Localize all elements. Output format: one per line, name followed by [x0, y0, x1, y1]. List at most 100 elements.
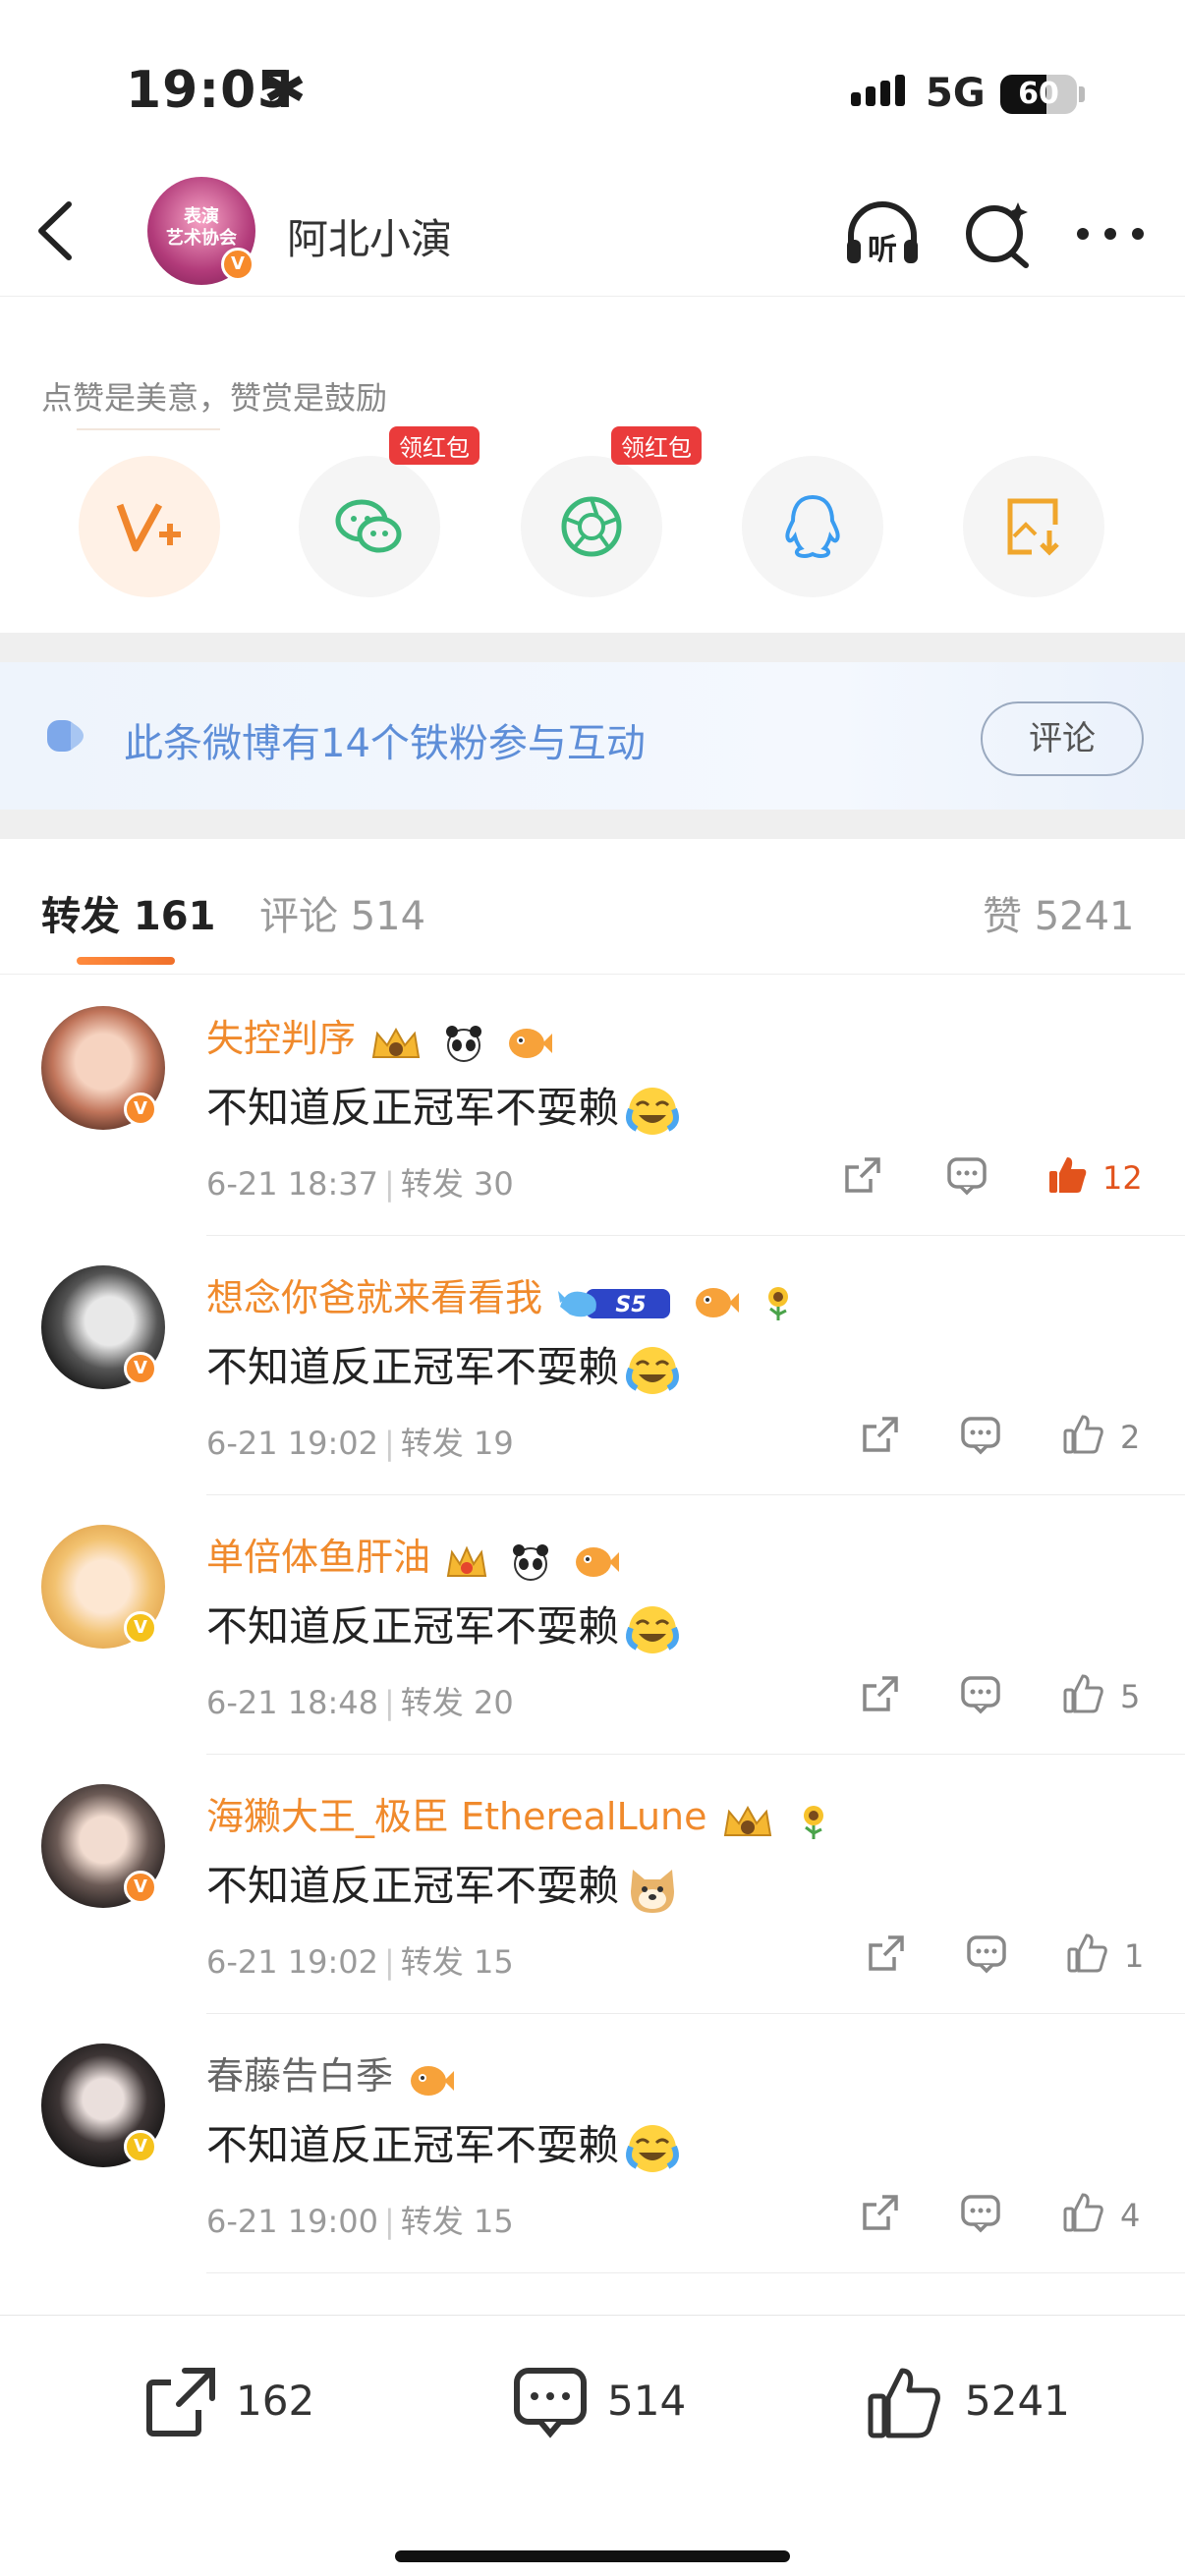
listen-button[interactable]: 听	[843, 196, 918, 271]
fish-icon	[411, 2065, 455, 2096]
repost-item[interactable]: V 想念你爸就来看看我 S5 不知道反正冠军不耍赖 6-21 19:02 | 转发 …	[0, 1236, 1185, 1495]
like-icon	[868, 2368, 940, 2438]
author-name[interactable]: 阿北小演	[287, 206, 452, 266]
like-count: 1	[1124, 1937, 1145, 1975]
bottom-repost-count: 162	[236, 2377, 315, 2425]
repost-meta: 6-21 19:02 | 转发 15	[206, 1943, 514, 1981]
doge-emoji-icon	[631, 1869, 675, 1913]
share-qq-button[interactable]	[742, 456, 883, 597]
panda-icon	[446, 1025, 482, 1062]
repost-label: 转发	[400, 1425, 464, 1462]
repost-date: 6-21 19:02	[206, 1943, 379, 1981]
fish-icon	[696, 1287, 740, 1317]
repost-label: 转发	[400, 1165, 464, 1203]
repost-item[interactable]: V 单倍体鱼肝油 不知道反正冠军不耍赖 6-21 18:48 | 转发 20 5	[0, 1495, 1185, 1755]
like-icon-active[interactable]	[1045, 1153, 1089, 1197]
section-separator	[0, 810, 1185, 839]
repost-item[interactable]: V 失控判序 不知道反正冠军不耍赖 6-21 18:37 | 转发 30 12	[0, 977, 1185, 1236]
like-count: 2	[1120, 1419, 1141, 1456]
repost-meta: 6-21 19:00 | 转发 15	[206, 2203, 514, 2240]
svg-text:听: 听	[868, 233, 897, 267]
more-button[interactable]	[1073, 196, 1148, 271]
crying-laughing-emoji-icon	[626, 1605, 679, 1653]
user-name-text: 海獭大王_极臣 EtherealLune	[206, 1795, 707, 1838]
repost-count: 19	[473, 1425, 514, 1462]
home-indicator	[395, 2550, 790, 2562]
comment-icon[interactable]	[959, 1413, 1002, 1456]
user-name[interactable]: 海獭大王_极臣 EtherealLune	[206, 1786, 841, 1841]
repost-text: 不知道反正冠军不耍赖	[206, 1334, 682, 1398]
fan-interaction-banner[interactable]: 此条微博有14个铁粉参与互动 评论	[0, 662, 1185, 810]
share-moments-button[interactable]	[521, 456, 662, 597]
interaction-tabs: 转发 161 评论 514 赞 5241	[0, 839, 1185, 975]
bottom-repost-button[interactable]: 162	[141, 2363, 314, 2441]
repost-item[interactable]: V 春藤告白季 不知道反正冠军不耍赖 6-21 19:00 | 转发 15 4	[0, 2014, 1185, 2273]
verified-icon: V	[124, 1871, 157, 1904]
reward-button[interactable]	[79, 456, 220, 597]
comment-icon[interactable]	[959, 1672, 1002, 1715]
network-type: 5G	[926, 71, 986, 116]
search-button[interactable]	[961, 196, 1036, 271]
more-dots-icon	[1077, 228, 1144, 240]
like-count: 4	[1120, 2197, 1141, 2234]
user-name[interactable]: 失控判序	[206, 1008, 560, 1063]
top-nav: 表演 艺术协会 V 阿北小演 听	[0, 167, 1185, 297]
verified-icon: V	[221, 248, 254, 281]
repost-icon[interactable]	[859, 1413, 902, 1456]
chevron-left-icon	[38, 201, 72, 260]
comment-icon[interactable]	[959, 2191, 1002, 2234]
qq-penguin-icon	[785, 494, 840, 559]
repost-item[interactable]: V 海獭大王_极臣 EtherealLune 不知道反正冠军不耍赖 6-21 1…	[0, 1755, 1185, 2014]
crown-badge-icon	[371, 1027, 421, 1058]
user-name-text: 单倍体鱼肝油	[206, 1536, 431, 1579]
verified-icon: V	[124, 1092, 157, 1126]
like-icon[interactable]	[1061, 1672, 1104, 1715]
repost-icon[interactable]	[859, 2191, 902, 2234]
user-name[interactable]: 单倍体鱼肝油	[206, 1527, 627, 1582]
repost-icon[interactable]	[841, 1153, 884, 1197]
like-count: 12	[1102, 1159, 1143, 1197]
comment-button[interactable]: 评论	[981, 701, 1144, 776]
repost-label: 转发	[400, 2203, 464, 2240]
user-name[interactable]: 想念你爸就来看看我 S5	[206, 1267, 806, 1322]
tab-comment[interactable]: 评论 514	[259, 884, 425, 941]
repost-text-content: 不知道反正冠军不耍赖	[206, 1602, 620, 1651]
headphones-icon: 听	[847, 201, 918, 267]
verified-icon: V	[124, 1611, 157, 1645]
repost-meta: 6-21 18:37 | 转发 30	[206, 1165, 514, 1203]
repost-text: 不知道反正冠军不耍赖	[206, 1853, 682, 1917]
user-name[interactable]: 春藤告白季	[206, 2045, 462, 2100]
repost-text: 不知道反正冠军不耍赖	[206, 1594, 682, 1657]
status-bar: 19:05 ✱ 5G 60	[0, 0, 1185, 167]
repost-icon	[146, 2368, 215, 2436]
save-image-button[interactable]	[963, 456, 1104, 597]
bottom-like-count: 5241	[965, 2377, 1070, 2425]
repost-meta: 6-21 19:02 | 转发 19	[206, 1425, 514, 1462]
repost-date: 6-21 19:00	[206, 2203, 379, 2240]
repost-icon[interactable]	[859, 1672, 902, 1715]
row-divider	[206, 2272, 1185, 2273]
user-name-text: 想念你爸就来看看我	[206, 1276, 543, 1319]
reward-tip: 点赞是美意，赞赏是鼓励	[41, 379, 388, 417]
like-icon[interactable]	[1065, 1932, 1108, 1975]
tip-underline	[77, 428, 220, 430]
tab-repost[interactable]: 转发 161	[41, 884, 215, 941]
panda-icon	[513, 1543, 549, 1581]
verified-icon: V	[124, 2130, 157, 2163]
sunflower-icon	[768, 1286, 789, 1320]
comment-icon[interactable]	[965, 1932, 1008, 1975]
like-icon[interactable]	[1061, 2191, 1104, 2234]
battery-tip	[1079, 86, 1085, 102]
bottom-like-button[interactable]: 5241	[865, 2363, 1070, 2441]
wechat-icon	[335, 499, 402, 553]
moments-aperture-icon	[561, 496, 622, 557]
repost-icon[interactable]	[865, 1932, 908, 1975]
bottom-comment-button[interactable]: 514	[511, 2363, 688, 2441]
repost-count: 15	[473, 2203, 514, 2240]
comment-icon[interactable]	[945, 1153, 988, 1197]
back-button[interactable]	[29, 196, 88, 265]
share-wechat-button[interactable]	[299, 456, 440, 597]
tab-like[interactable]: 赞 5241	[983, 884, 1135, 941]
sunflower-icon	[803, 1805, 823, 1839]
like-icon[interactable]	[1061, 1413, 1104, 1456]
